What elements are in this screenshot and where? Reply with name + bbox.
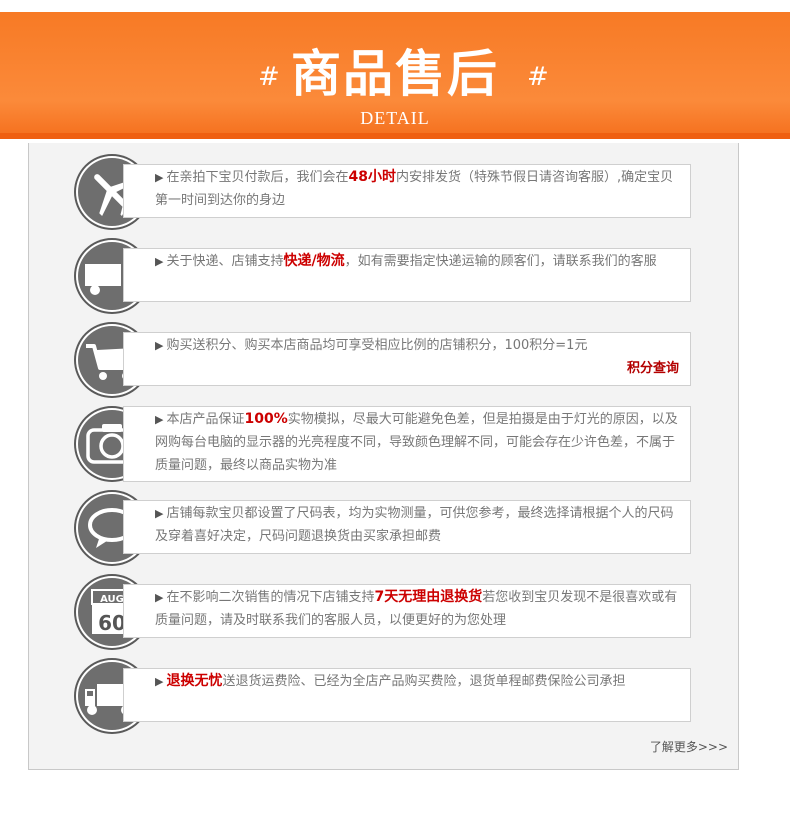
info-box-points: ▶ 购买送积分、购买本店商品均可享受相应比例的店铺积分，100积分=1元 积分查询	[123, 332, 691, 386]
info-box-shipping: ▶ 在亲拍下宝贝付款后，我们会在48小时内安排发货（特殊节假日请咨询客服）,确定宝…	[123, 164, 691, 218]
item-text: 本店产品保证	[166, 412, 245, 427]
item-text: ，如有需要指定快递运输的顾客们，请联系我们的客服	[344, 254, 657, 269]
triangle-bullet-icon: ▶	[155, 339, 164, 352]
triangle-bullet-icon: ▶	[155, 675, 164, 688]
info-box-returns: ▶ 在不影响二次销售的情况下店铺支持7天无理由退换货若您收到宝贝发现不是很喜欢或有…	[123, 584, 691, 638]
item-text: 在亲拍下宝贝付款后，我们会在	[166, 170, 349, 185]
item-highlight: 快递/物流	[283, 253, 345, 269]
item-text: 送退货运费险、已经为全店产品购买费险，退货单程邮费保险公司承担	[222, 674, 626, 689]
info-box-express: ▶ 关于快递、店铺支持快递/物流，如有需要指定快递运输的顾客们，请联系我们的客服	[123, 248, 691, 302]
info-box-worry-free: ▶ 退换无忧送退货运费险、已经为全店产品购买费险，退货单程邮费保险公司承担	[123, 668, 691, 722]
item-text: 购买送积分、购买本店商品均可享受相应比例的店铺积分，100积分=1元	[166, 338, 588, 353]
item-highlight: 7天无理由退换货	[374, 589, 483, 605]
triangle-bullet-icon: ▶	[155, 507, 164, 520]
item-text: 店铺每款宝贝都设置了尺码表，均为实物测量，可供您参考，最终选择请根据个人的尺码及…	[155, 506, 674, 544]
triangle-bullet-icon: ▶	[155, 413, 164, 426]
hash-right: #	[527, 62, 549, 92]
page-subtitle: DETAIL	[360, 108, 430, 128]
triangle-bullet-icon: ▶	[155, 171, 164, 184]
item-text: 在不影响二次销售的情况下店铺支持	[166, 590, 375, 605]
learn-more-link[interactable]: 了解更多>>>	[650, 738, 728, 755]
banner-bottom-edge	[0, 133, 790, 139]
triangle-bullet-icon: ▶	[155, 255, 164, 268]
info-box-color: ▶ 本店产品保证100%实物模拟，尽最大可能避免色差，但是拍摄是由于灯光的原因，以…	[123, 406, 691, 482]
triangle-bullet-icon: ▶	[155, 591, 164, 604]
calendar-day-text: 60	[98, 611, 126, 635]
page-title: 商品售后	[291, 45, 499, 103]
item-highlight: 48小时	[348, 169, 396, 185]
item-text: 关于快递、店铺支持	[166, 254, 284, 269]
info-box-size: ▶ 店铺每款宝贝都设置了尺码表，均为实物测量，可供您参考，最终选择请根据个人的尺码…	[123, 500, 691, 554]
item-highlight: 退换无忧	[166, 673, 223, 689]
calendar-month-text: AUG	[100, 594, 124, 605]
points-query-link[interactable]: 积分查询	[627, 357, 679, 380]
header-banner: # 商品售后 # DETAIL	[0, 12, 790, 139]
item-highlight: 100%	[244, 411, 288, 427]
